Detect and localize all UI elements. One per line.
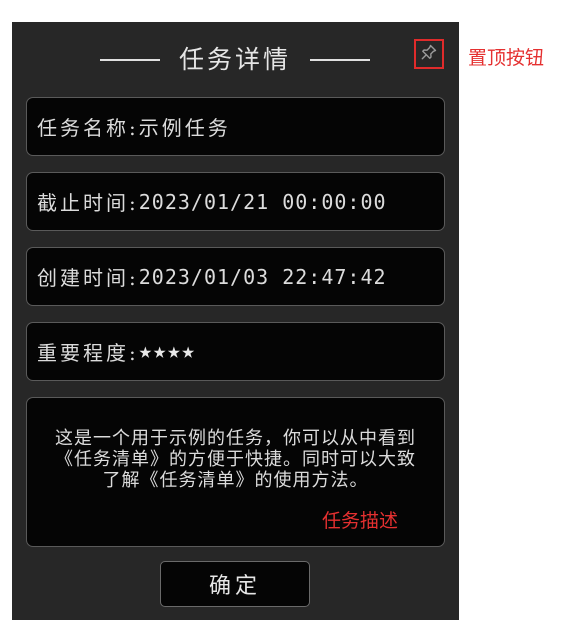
title-divider-left xyxy=(100,59,160,61)
task-name-field: 任务名称: 示例任务 xyxy=(26,97,445,156)
importance-stars: ★★★★ xyxy=(138,339,196,364)
pin-button[interactable] xyxy=(414,39,444,69)
deadline-label: 截止时间: xyxy=(37,191,139,215)
task-description-text: 这是一个用于示例的任务，你可以从中看到《任务清单》的方便于快捷。同时可以大致了解… xyxy=(55,428,416,491)
importance-label: 重要程度: xyxy=(37,341,139,365)
task-name-label: 任务名称: xyxy=(37,116,139,140)
title-bar: 任务详情 xyxy=(12,42,459,78)
deadline-value: 2023/01/21 00:00:00 xyxy=(138,189,387,214)
confirm-button[interactable]: 确定 xyxy=(160,561,310,607)
title-divider-right xyxy=(310,59,370,61)
page-title: 任务详情 xyxy=(178,45,291,74)
deadline-field: 截止时间: 2023/01/21 00:00:00 xyxy=(26,172,445,231)
created-time-label: 创建时间: xyxy=(37,266,139,290)
description-annotation: 任务描述 xyxy=(322,510,399,532)
task-name-value: 示例任务 xyxy=(138,116,231,140)
importance-field: 重要程度: ★★★★ xyxy=(26,322,445,381)
pin-icon xyxy=(420,43,438,65)
created-time-value: 2023/01/03 22:47:42 xyxy=(138,264,387,289)
created-time-field: 创建时间: 2023/01/03 22:47:42 xyxy=(26,247,445,306)
pin-button-annotation: 置顶按钮 xyxy=(468,47,545,69)
